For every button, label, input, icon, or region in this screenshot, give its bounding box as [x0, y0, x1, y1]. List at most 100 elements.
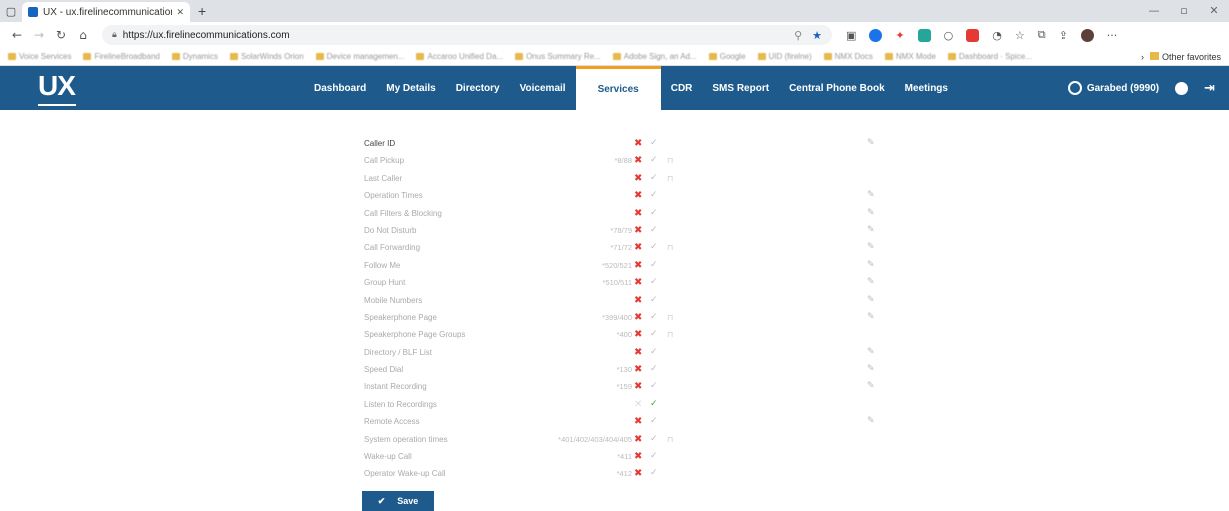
disable-x-icon[interactable]: ✖ — [634, 208, 642, 219]
enable-check-icon[interactable]: ✓ — [650, 329, 658, 339]
save-button[interactable]: ✔ Save — [362, 491, 434, 511]
bookmark-item[interactable]: Accaroo Unified Da... — [416, 52, 503, 61]
enable-check-icon[interactable]: ✓ — [650, 277, 658, 287]
enable-check-icon[interactable]: ✓ — [650, 138, 658, 148]
nav-directory[interactable]: Directory — [446, 66, 510, 110]
edit-icon[interactable]: ✎ — [867, 295, 875, 305]
enable-check-icon[interactable]: ✓ — [650, 155, 658, 165]
edit-icon[interactable]: ✎ — [867, 312, 875, 322]
chevron-right-icon[interactable]: › — [1141, 52, 1144, 62]
tab-actions-icon[interactable]: ▢ — [0, 5, 22, 18]
reload-icon[interactable]: ↻ — [50, 28, 72, 42]
nav-cdr[interactable]: CDR — [661, 66, 703, 110]
bookmark-item[interactable]: NMX Mode — [884, 52, 936, 61]
enable-check-icon[interactable]: ✓ — [650, 468, 658, 478]
lock-icon[interactable]: ⊓ — [667, 174, 673, 183]
disable-x-icon[interactable]: ✖ — [634, 364, 642, 375]
disable-x-icon[interactable]: ✖ — [634, 138, 642, 149]
disable-x-icon[interactable]: ✖ — [634, 225, 642, 236]
edit-icon[interactable]: ✎ — [867, 347, 875, 357]
enable-check-icon[interactable]: ✓ — [650, 434, 658, 444]
close-window-icon[interactable]: ✕ — [1199, 0, 1229, 22]
bookmark-item[interactable]: FirelineBroadband — [83, 52, 160, 61]
more-menu-icon[interactable]: ··· — [1107, 29, 1118, 42]
bookmark-item[interactable]: Google — [708, 52, 746, 61]
disable-x-icon[interactable]: ✖ — [634, 277, 642, 288]
edit-icon[interactable]: ✎ — [867, 208, 875, 218]
browser-tab[interactable]: UX - ux.firelinecommunications.c ✕ — [22, 2, 190, 22]
bookmark-item[interactable]: UID (firelne) — [757, 52, 812, 61]
enable-check-icon[interactable]: ✓ — [650, 208, 658, 218]
favorite-star-icon[interactable]: ★ — [812, 29, 822, 42]
bookmark-item[interactable]: Onus Summary Re... — [515, 52, 601, 61]
share-icon[interactable]: ⇪ — [1059, 29, 1068, 42]
lock-icon[interactable]: ⊓ — [667, 243, 673, 252]
edit-icon[interactable]: ✎ — [867, 416, 875, 426]
bookmark-item[interactable]: Dashboard · Spice... — [947, 52, 1032, 61]
disable-x-icon[interactable]: ✖ — [634, 451, 642, 462]
back-icon[interactable]: ← — [6, 28, 28, 42]
extension-icon[interactable]: ▣ — [846, 29, 856, 42]
nav-meetings[interactable]: Meetings — [895, 66, 958, 110]
bookmark-item[interactable]: Voice Services — [8, 52, 71, 61]
profile-avatar-icon[interactable] — [1080, 28, 1094, 42]
collections-icon[interactable]: ⧉ — [1038, 28, 1046, 42]
edit-icon[interactable]: ✎ — [867, 138, 875, 148]
extension-icon[interactable]: ✦ — [895, 29, 904, 42]
lock-icon[interactable]: ⊓ — [667, 435, 673, 444]
enable-check-icon[interactable]: ✓ — [650, 399, 658, 409]
bookmark-item[interactable]: SolarWinds Orion — [229, 52, 304, 61]
bookmark-item[interactable]: NMX Docs — [823, 52, 873, 61]
edit-icon[interactable]: ✎ — [867, 242, 875, 252]
tab-close-icon[interactable]: ✕ — [176, 7, 184, 18]
bookmark-item[interactable]: Dynamics — [171, 52, 218, 61]
enable-check-icon[interactable]: ✓ — [650, 347, 658, 357]
forward-icon[interactable]: → — [28, 28, 50, 42]
disable-x-icon[interactable]: ✖ — [634, 190, 642, 201]
disable-x-icon[interactable]: ✖ — [634, 260, 642, 271]
enable-check-icon[interactable]: ✓ — [650, 260, 658, 270]
nav-dashboard[interactable]: Dashboard — [304, 66, 376, 110]
url-field[interactable]: 🔒︎ https://ux.firelinecommunications.com… — [102, 25, 832, 45]
extension-icon[interactable] — [869, 28, 883, 42]
enable-check-icon[interactable]: ✓ — [650, 312, 658, 322]
bookmark-item[interactable]: Device managemen... — [315, 52, 404, 61]
enable-check-icon[interactable]: ✓ — [650, 295, 658, 305]
extension-icon[interactable] — [917, 28, 931, 42]
edit-icon[interactable]: ✎ — [867, 277, 875, 287]
enable-check-icon[interactable]: ✓ — [650, 381, 658, 391]
enable-check-icon[interactable]: ✓ — [650, 173, 658, 183]
disable-x-icon[interactable]: ✖ — [634, 242, 642, 253]
nav-services[interactable]: Services — [575, 66, 661, 110]
edit-icon[interactable]: ✎ — [867, 381, 875, 391]
home-icon[interactable]: ⌂ — [72, 28, 94, 42]
lock-icon[interactable]: ⊓ — [667, 330, 673, 339]
enable-check-icon[interactable]: ✓ — [650, 451, 658, 461]
enable-check-icon[interactable]: ✓ — [650, 190, 658, 200]
extension-icon[interactable]: ◔ — [992, 29, 1002, 42]
edit-icon[interactable]: ✎ — [867, 364, 875, 374]
minimize-icon[interactable]: — — [1139, 0, 1169, 22]
disable-x-icon[interactable]: ✖ — [634, 329, 642, 340]
other-favorites[interactable]: › Other favorites — [1141, 51, 1221, 62]
disable-x-icon[interactable]: ✖ — [634, 295, 642, 306]
enable-check-icon[interactable]: ✓ — [650, 364, 658, 374]
enable-check-icon[interactable]: ✓ — [650, 416, 658, 426]
enable-check-icon[interactable]: ✓ — [650, 225, 658, 235]
bookmark-item[interactable]: Adobe Sign, an Ad... — [612, 52, 697, 61]
nav-sms-report[interactable]: SMS Report — [702, 66, 779, 110]
favorites-icon[interactable]: ☆ — [1015, 29, 1025, 42]
lock-icon[interactable]: ⊓ — [667, 156, 673, 165]
extension-icon[interactable]: ○ — [944, 29, 954, 42]
nav-central-phone-book[interactable]: Central Phone Book — [779, 66, 895, 110]
new-tab-icon[interactable]: + — [198, 3, 206, 19]
disable-x-icon[interactable]: ✖ — [634, 434, 642, 445]
disable-x-icon[interactable]: ✖ — [634, 312, 642, 323]
disable-x-icon[interactable]: ✖ — [634, 416, 642, 427]
globe-icon[interactable] — [1175, 81, 1189, 95]
disable-x-icon[interactable]: ✕ — [634, 399, 642, 410]
extension-icon[interactable] — [966, 28, 980, 42]
nav-voicemail[interactable]: Voicemail — [510, 66, 576, 110]
disable-x-icon[interactable]: ✖ — [634, 468, 642, 479]
edit-icon[interactable]: ✎ — [867, 260, 875, 270]
